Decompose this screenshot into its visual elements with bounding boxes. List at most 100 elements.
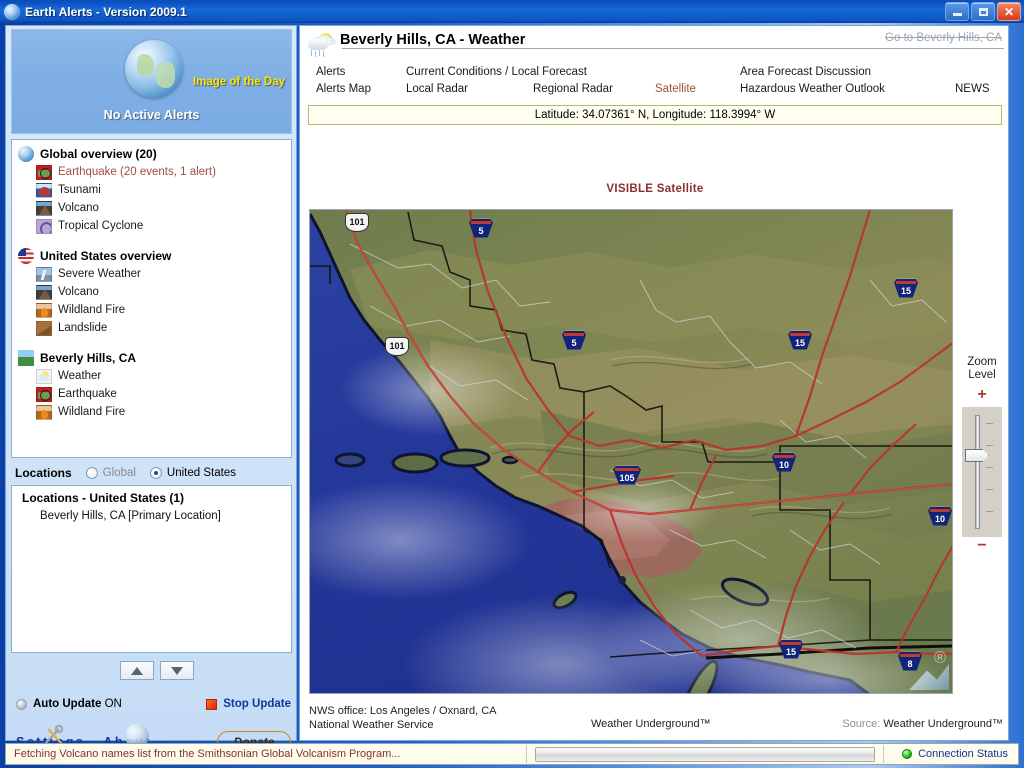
tree-item-earthquake-bh[interactable]: Earthquake [12, 385, 291, 403]
content-header: Beverly Hills, CA - Weather Go to Beverl… [300, 26, 1010, 62]
zoom-tick [986, 445, 993, 446]
tree-item-earthquake-global[interactable]: Earthquake (20 events, 1 alert) [12, 163, 291, 181]
nws-office: NWS office: Los Angeles / Oxnard, CA [309, 705, 497, 717]
nav-link-alerts[interactable]: Alerts [316, 66, 345, 78]
map-attribution: NWS office: Los Angeles / Oxnard, CA Nat… [309, 704, 1003, 736]
header-divider [342, 48, 1004, 49]
auto-update-indicator-icon [16, 698, 27, 710]
tree-header-global[interactable]: Global overview (20) [12, 144, 291, 163]
zoom-slider[interactable] [962, 407, 1002, 537]
update-status-row: Auto Update ON Stop Update [16, 695, 291, 713]
image-of-the-day-panel[interactable]: Image of the Day No Active Alerts [11, 29, 292, 134]
window-buttons: ✕ [945, 2, 1021, 21]
tree-item-label: Volcano [58, 286, 99, 298]
registered-mark-icon: R [934, 651, 946, 663]
tree-item-tsunami[interactable]: Tsunami [12, 181, 291, 199]
volcano-icon [36, 284, 52, 300]
move-down-button[interactable] [160, 661, 194, 680]
tree-item-volcano-us[interactable]: Volcano [12, 283, 291, 301]
connection-status-label: Connection Status [918, 748, 1008, 760]
tree-group-beverly-hills: Beverly Hills, CA Weather Earthquake Wil… [12, 348, 291, 421]
status-message: Fetching Volcano names list from the Smi… [14, 748, 401, 760]
nav-link-local-radar[interactable]: Local Radar [406, 83, 468, 95]
tree-header-global-label: Global overview (20) [40, 146, 157, 161]
connection-status[interactable]: Connection Status [902, 748, 1018, 760]
source-value: Weather Underground™ [883, 718, 1003, 730]
radio-dot-united-states [149, 467, 162, 479]
progress-bar [535, 746, 875, 762]
terrain-layer [310, 210, 952, 693]
tree-header-united-states[interactable]: United States overview [12, 246, 291, 265]
tree-item-wildland-fire-bh[interactable]: Wildland Fire [12, 403, 291, 421]
nav-link-news[interactable]: NEWS [955, 83, 990, 95]
tree-item-label: Wildland Fire [58, 304, 126, 316]
usa-flag-icon [18, 247, 34, 264]
zoom-slider-rail [975, 415, 980, 529]
zoom-out-button[interactable]: − [960, 538, 1004, 554]
move-up-button[interactable] [120, 661, 154, 680]
maximize-button[interactable] [971, 2, 995, 21]
active-alerts-status: No Active Alerts [103, 108, 200, 122]
list-item[interactable]: Beverly Hills, CA [Primary Location] [12, 508, 291, 524]
zoom-slider-thumb[interactable] [965, 449, 989, 462]
image-of-the-day-label: Image of the Day [192, 76, 285, 88]
tsunami-icon [36, 182, 52, 198]
radio-label-global: Global [102, 467, 136, 479]
auto-update-label: Auto Update ON [33, 698, 122, 710]
tree-item-tropical-cyclone[interactable]: Tropical Cyclone [12, 217, 291, 235]
zoom-tick [986, 467, 993, 468]
tree-header-bh-label: Beverly Hills, CA [40, 350, 137, 365]
locations-list[interactable]: Locations - United States (1) Beverly Hi… [11, 485, 292, 653]
auto-update-state: ON [104, 698, 122, 710]
minimize-button[interactable] [945, 2, 969, 21]
nav-link-hazardous-weather-outlook[interactable]: Hazardous Weather Outlook [740, 83, 885, 95]
source-attribution: Source: Weather Underground™ [842, 718, 1003, 730]
nav-link-area-forecast-discussion[interactable]: Area Forecast Discussion [740, 66, 871, 78]
stop-update-button[interactable]: Stop Update [206, 698, 291, 710]
tree-item-label: Earthquake [58, 388, 117, 400]
radio-united-states[interactable]: United States [149, 467, 236, 479]
nav-link-alerts-map[interactable]: Alerts Map [316, 83, 371, 95]
nws-attribution: NWS office: Los Angeles / Oxnard, CA Nat… [309, 704, 497, 732]
window-title: Earth Alerts - Version 2009.1 [25, 4, 187, 19]
goto-location-link[interactable]: Go to Beverly Hills, CA [885, 32, 1002, 44]
tree-item-severe-weather[interactable]: Severe Weather [12, 265, 291, 283]
stop-update-label: Stop Update [223, 698, 291, 710]
sun-icon [319, 33, 332, 46]
tree-item-volcano-global[interactable]: Volcano [12, 199, 291, 217]
earthquake-icon [36, 386, 52, 402]
tree-item-label: Wildland Fire [58, 406, 126, 418]
stop-square-icon [206, 698, 218, 710]
nav-link-regional-radar[interactable]: Regional Radar [533, 83, 613, 95]
tree-item-label: Severe Weather [58, 268, 141, 280]
nws-agency: National Weather Service [309, 719, 434, 731]
tree-header-beverly-hills[interactable]: Beverly Hills, CA [12, 348, 291, 367]
tree-item-weather-bh[interactable]: Weather [12, 367, 291, 385]
tree-item-wildland-fire-us[interactable]: Wildland Fire [12, 301, 291, 319]
tree-group-global: Global overview (20) Earthquake (20 even… [12, 144, 291, 235]
earth-globe-icon [125, 40, 183, 98]
zoom-title-line1: Zoom [967, 356, 997, 368]
source-label: Source: [842, 718, 881, 730]
status-bar: Fetching Volcano names list from the Smi… [5, 743, 1019, 765]
locations-list-header: Locations - United States (1) [22, 491, 185, 505]
application-window: Earth Alerts - Version 2009.1 ✕ Image of… [0, 0, 1024, 768]
tree-item-landslide[interactable]: Landslide [12, 319, 291, 337]
close-icon[interactable]: ✕ [997, 2, 1021, 21]
zoom-in-button[interactable]: + [960, 386, 1004, 404]
wildfire-icon [36, 302, 52, 318]
nav-link-satellite[interactable]: Satellite [655, 83, 696, 95]
satellite-map[interactable]: 101 5 5 15 15 101 105 10 10 15 8 R [309, 209, 953, 694]
zoom-title-line2: Level [968, 369, 996, 381]
globe-icon [18, 145, 34, 162]
status-divider [526, 745, 527, 763]
left-sidebar: Image of the Day No Active Alerts Global… [5, 25, 297, 753]
nav-link-current-conditions[interactable]: Current Conditions / Local Forecast [406, 66, 587, 78]
coordinates-banner: Latitude: 34.07361° N, Longitude: 118.39… [308, 105, 1002, 125]
radio-global[interactable]: Global [85, 467, 136, 479]
tree-header-us-label: United States overview [40, 248, 172, 263]
earthquake-icon [36, 164, 52, 180]
content-panel: Beverly Hills, CA - Weather Go to Beverl… [299, 25, 1009, 741]
zoom-control: Zoom Level + − [960, 356, 1004, 554]
map-caption: VISIBLE Satellite [606, 183, 704, 195]
